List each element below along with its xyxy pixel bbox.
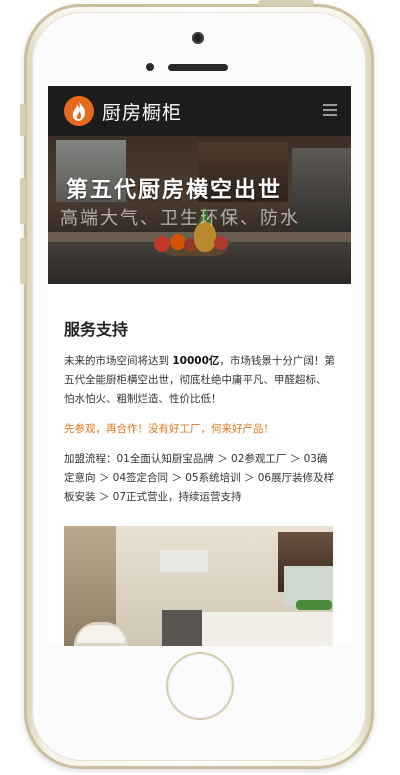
section-title: 服务支持 xyxy=(64,320,129,339)
kitchen-photo xyxy=(64,526,333,646)
power-button xyxy=(258,0,314,6)
photo-range-hood xyxy=(160,550,208,572)
photo-plants xyxy=(296,600,332,610)
banner-subtitle: 高端大气、卫生环保、防水 xyxy=(60,208,300,229)
service-paragraph: 未来的市场空间将达到 10000亿，市场钱景十分广阔！第五代全能厨柜横空出世，彻… xyxy=(64,352,336,409)
flame-icon[interactable] xyxy=(64,96,94,126)
phone-screen: 厨房橱柜 第五代厨房横空出世 高端大气、卫生环保、防水 服务支持 未来的市场空间… xyxy=(48,86,351,646)
volume-down-button xyxy=(20,238,26,284)
photo-cabinets xyxy=(202,612,333,646)
fruit xyxy=(154,236,170,252)
franchise-process: 加盟流程：01全面认知厨宝品牌 ＞ 02参观工厂 ＞ 03确定意向 ＞ 04签定… xyxy=(64,453,335,503)
proximity-sensor xyxy=(146,63,154,71)
mute-switch xyxy=(20,104,26,136)
banner-appliance xyxy=(292,148,351,238)
earpiece-speaker xyxy=(168,64,228,71)
photo-oven xyxy=(162,610,202,646)
service-section: 服务支持 未来的市场空间将达到 10000亿，市场钱景十分广阔！第五代全能厨柜横… xyxy=(64,284,336,507)
hamburger-menu-icon[interactable] xyxy=(323,104,337,116)
fruit xyxy=(214,236,228,250)
home-button[interactable] xyxy=(168,654,232,718)
paragraph-text: 未来的市场空间将达到 xyxy=(64,355,173,367)
front-camera xyxy=(192,32,204,44)
market-value: 10000亿 xyxy=(172,355,220,367)
banner-title: 第五代厨房横空出世 xyxy=(66,178,283,203)
highlight-slogan: 先参观，再合作！没有好工厂，何来好产品！ xyxy=(64,423,274,435)
site-title[interactable]: 厨房橱柜 xyxy=(102,98,182,125)
volume-up-button xyxy=(20,178,26,224)
hero-banner: 第五代厨房横空出世 高端大气、卫生环保、防水 xyxy=(48,136,351,284)
site-header: 厨房橱柜 xyxy=(48,86,351,136)
